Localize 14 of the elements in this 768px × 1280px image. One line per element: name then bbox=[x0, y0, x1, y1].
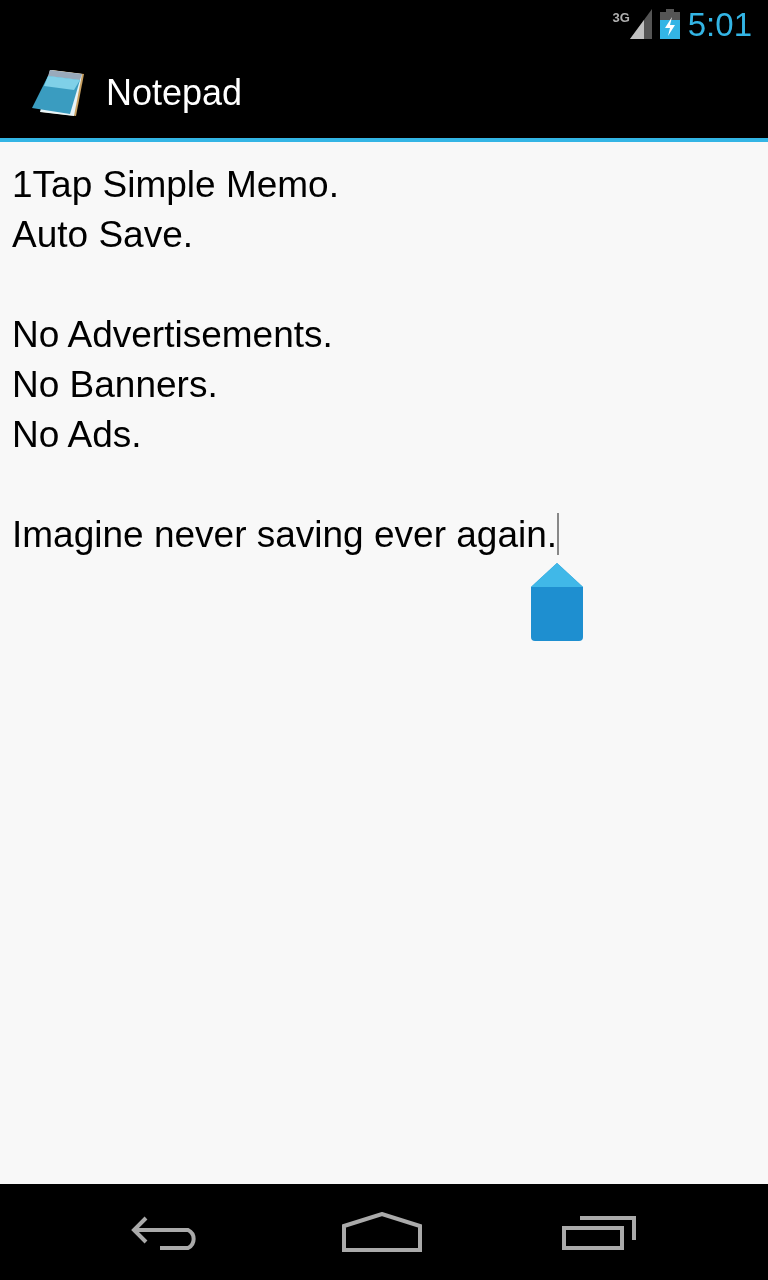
cursor-handle[interactable] bbox=[529, 563, 586, 643]
note-text-line: No Ads. bbox=[12, 415, 142, 453]
signal-icon bbox=[629, 9, 652, 39]
note-text-line: Auto Save. bbox=[12, 215, 193, 253]
app-title: Notepad bbox=[106, 75, 243, 111]
battery-charging-icon bbox=[659, 9, 680, 39]
home-icon[interactable] bbox=[342, 1212, 422, 1252]
note-text-line: No Banners. bbox=[12, 365, 218, 403]
note-text-line: 1Tap Simple Memo. bbox=[12, 165, 339, 203]
note-text-line: No Advertisements. bbox=[12, 315, 333, 353]
recents-icon[interactable] bbox=[562, 1214, 638, 1250]
clock-time: 5:01 bbox=[687, 7, 752, 41]
network-type-label: 3G bbox=[612, 11, 630, 24]
note-text-line: Imagine never saving ever again. bbox=[12, 515, 558, 553]
